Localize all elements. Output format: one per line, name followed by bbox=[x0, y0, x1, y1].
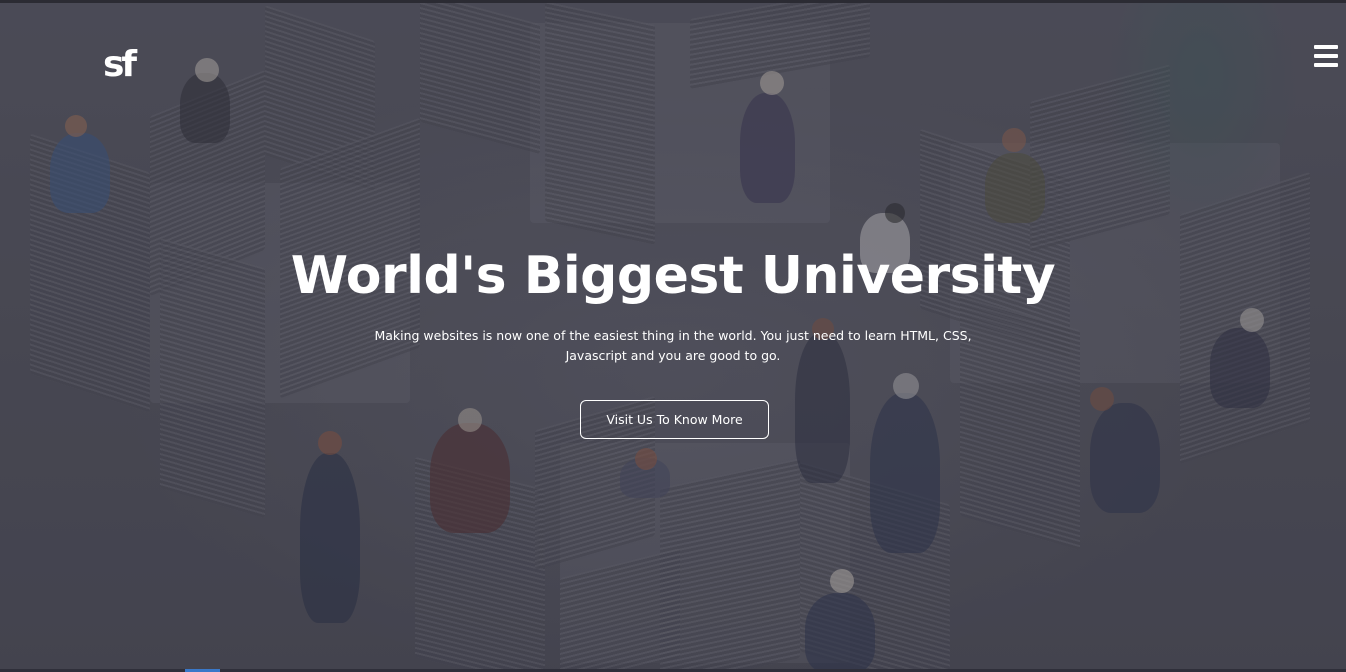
site-logo[interactable]: sf bbox=[103, 47, 137, 83]
hero-subtitle: Making websites is now one of the easies… bbox=[374, 328, 972, 363]
visit-us-button[interactable]: Visit Us To Know More bbox=[580, 400, 769, 439]
hero-title: World's Biggest University bbox=[290, 246, 1056, 306]
menu-bar bbox=[1314, 63, 1338, 67]
menu-bar bbox=[1314, 45, 1338, 49]
menu-bar bbox=[1314, 54, 1338, 58]
hamburger-menu-icon[interactable] bbox=[1314, 45, 1338, 67]
hero-section: sf World's Biggest University Making web… bbox=[0, 0, 1346, 672]
